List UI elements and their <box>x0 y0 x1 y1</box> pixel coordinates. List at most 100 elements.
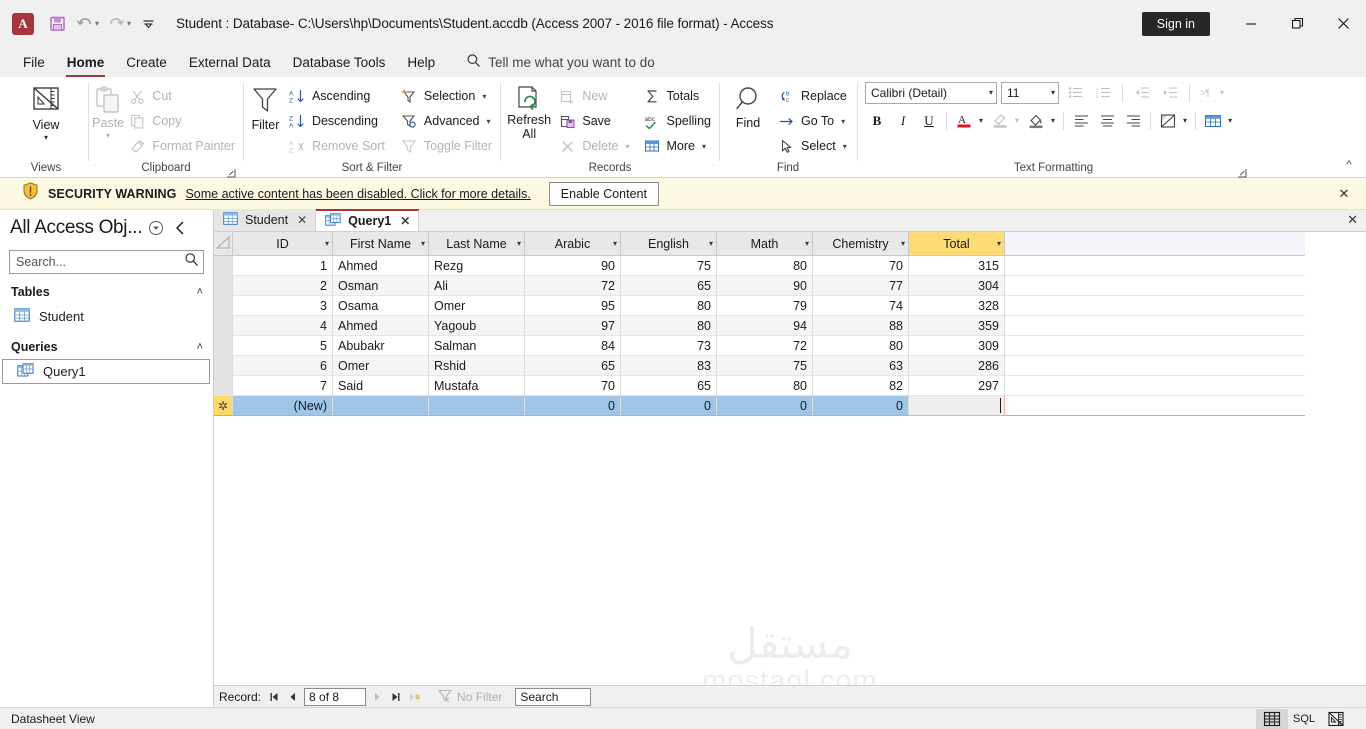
cell-arabic[interactable]: 90 <box>524 255 621 276</box>
cell-english[interactable]: 83 <box>620 355 717 376</box>
customize-qat-icon[interactable] <box>135 11 161 37</box>
new-record-button[interactable] <box>407 688 423 706</box>
go-to-button[interactable]: Go To ▾ <box>773 109 852 133</box>
cell-math[interactable]: 0 <box>716 395 813 416</box>
table-row[interactable]: 6 Omer Rshid 65 83 75 63 286 <box>214 355 1305 376</box>
cell-first-name[interactable]: Said <box>332 375 429 396</box>
replace-button[interactable]: b c Replace <box>773 84 852 108</box>
cut-button[interactable]: Cut <box>124 84 240 108</box>
cell-chemistry[interactable]: 88 <box>812 315 909 336</box>
selection-button[interactable]: Selection ▾ <box>396 84 497 108</box>
descending-button[interactable]: Z A Descending <box>284 109 390 133</box>
column-header-english[interactable]: English ▾ <box>620 232 717 256</box>
cell-math[interactable]: 79 <box>716 295 813 316</box>
cell-chemistry[interactable]: 0 <box>812 395 909 416</box>
chevron-down-icon[interactable]: ▾ <box>984 88 993 97</box>
column-header-last-name[interactable]: Last Name ▾ <box>428 232 525 256</box>
format-painter-button[interactable]: Format Painter <box>124 134 240 158</box>
tab-create[interactable]: Create <box>115 51 178 74</box>
cell-math[interactable]: 75 <box>716 355 813 376</box>
underline-button[interactable]: U <box>917 109 941 132</box>
redo-icon[interactable] <box>103 11 129 37</box>
cell-first-name[interactable]: Osama <box>332 295 429 316</box>
previous-record-button[interactable] <box>285 688 301 706</box>
paste-button[interactable]: Paste ▾ <box>92 82 124 140</box>
cell-english[interactable]: 0 <box>620 395 717 416</box>
chevron-down-icon[interactable]: ▾ <box>1012 116 1022 125</box>
cell-total[interactable]: 304 <box>908 275 1005 296</box>
chevron-down-icon[interactable]: ▾ <box>325 239 329 248</box>
more-button[interactable]: More ▾ <box>639 134 716 158</box>
restore-icon[interactable] <box>1274 8 1320 40</box>
tab-query1-close-icon[interactable]: ✕ <box>400 214 410 228</box>
security-warning-close-icon[interactable]: ✕ <box>1336 186 1352 202</box>
save-icon[interactable] <box>44 11 70 37</box>
chevron-down-icon[interactable]: ▾ <box>487 117 491 126</box>
cell-english[interactable]: 73 <box>620 335 717 356</box>
clipboard-dialog-launcher[interactable] <box>226 166 237 178</box>
advanced-button[interactable]: Advanced ▾ <box>396 109 497 133</box>
cell-total[interactable]: 309 <box>908 335 1005 356</box>
bullets-icon[interactable] <box>1063 81 1087 104</box>
tab-file[interactable]: File <box>12 51 56 74</box>
row-selector[interactable] <box>214 335 233 356</box>
chevron-down-icon[interactable]: ▾ <box>1048 116 1058 125</box>
chevron-down-icon[interactable]: ▾ <box>421 239 425 248</box>
enable-content-button[interactable]: Enable Content <box>548 181 659 206</box>
text-direction-icon[interactable]: >¶ ▾ <box>1197 81 1227 104</box>
tell-me-search[interactable]: Tell me what you want to do <box>466 53 655 71</box>
cell-chemistry[interactable]: 74 <box>812 295 909 316</box>
table-row[interactable]: 1 Ahmed Rezg 90 75 80 70 315 <box>214 255 1305 276</box>
cell-math[interactable]: 80 <box>716 375 813 396</box>
cell-last-name[interactable]: Salman <box>428 335 525 356</box>
chevron-down-icon[interactable]: ▾ <box>997 239 1001 248</box>
table-row[interactable]: 4 Ahmed Yagoub 97 80 94 88 359 <box>214 315 1305 336</box>
cell-first-name[interactable]: Ahmed <box>332 315 429 336</box>
cell-total[interactable]: 359 <box>908 315 1005 336</box>
sign-in-button[interactable]: Sign in <box>1141 11 1210 36</box>
chevron-left-icon[interactable] <box>170 218 190 238</box>
chevron-down-icon[interactable]: ▾ <box>44 134 48 142</box>
record-position-input[interactable]: 8 of 8 <box>304 687 367 706</box>
new-record-row[interactable]: ✲ (New) 0 0 0 0 <box>214 395 1305 416</box>
cell-arabic[interactable]: 0 <box>524 395 621 416</box>
cell-arabic[interactable]: 65 <box>524 355 621 376</box>
cell-total[interactable]: 315 <box>908 255 1005 276</box>
chevron-down-icon[interactable]: ▾ <box>1225 116 1235 125</box>
cell-math[interactable]: 80 <box>716 255 813 276</box>
cell-total[interactable]: 297 <box>908 375 1005 396</box>
tab-home[interactable]: Home <box>56 51 116 78</box>
decrease-indent-icon[interactable] <box>1130 81 1154 104</box>
datasheet-view-icon[interactable] <box>1256 708 1288 729</box>
tab-query1[interactable]: Query1 ✕ <box>316 209 420 231</box>
background-color-button[interactable]: ▾ <box>1024 109 1058 132</box>
view-button[interactable]: View ▾ <box>15 82 77 142</box>
align-center-icon[interactable] <box>1095 109 1119 132</box>
cell-arabic[interactable]: 95 <box>524 295 621 316</box>
select-all-corner[interactable] <box>214 232 233 256</box>
cell-id[interactable]: 3 <box>232 295 333 316</box>
find-button[interactable]: Find <box>723 82 773 131</box>
cell-last-name[interactable]: Rshid <box>428 355 525 376</box>
filter-button[interactable]: Filter <box>247 82 284 133</box>
navigation-search-box[interactable] <box>9 250 204 274</box>
row-selector[interactable] <box>214 255 233 276</box>
row-selector[interactable] <box>214 275 233 296</box>
chevron-down-icon[interactable]: ▾ <box>482 92 486 101</box>
cell-chemistry[interactable]: 63 <box>812 355 909 376</box>
totals-button[interactable]: Totals <box>639 84 716 108</box>
cell-first-name[interactable]: Ahmed <box>332 255 429 276</box>
cell-id[interactable]: 5 <box>232 335 333 356</box>
chevron-up-icon[interactable]: ˄ <box>197 341 203 353</box>
cell-arabic[interactable]: 97 <box>524 315 621 336</box>
table-row[interactable]: 2 Osman Ali 72 65 90 77 304 <box>214 275 1305 296</box>
row-selector[interactable] <box>214 315 233 336</box>
gridlines-button[interactable]: ▾ <box>1201 109 1235 132</box>
search-input[interactable] <box>16 255 184 269</box>
toggle-filter-button[interactable]: Toggle Filter <box>396 134 497 158</box>
table-row[interactable]: 7 Said Mustafa 70 65 80 82 297 <box>214 375 1305 396</box>
cell-math[interactable]: 72 <box>716 335 813 356</box>
filter-status-button[interactable]: No Filter <box>434 689 506 705</box>
align-left-icon[interactable] <box>1069 109 1093 132</box>
cell-first-name[interactable]: Omer <box>332 355 429 376</box>
